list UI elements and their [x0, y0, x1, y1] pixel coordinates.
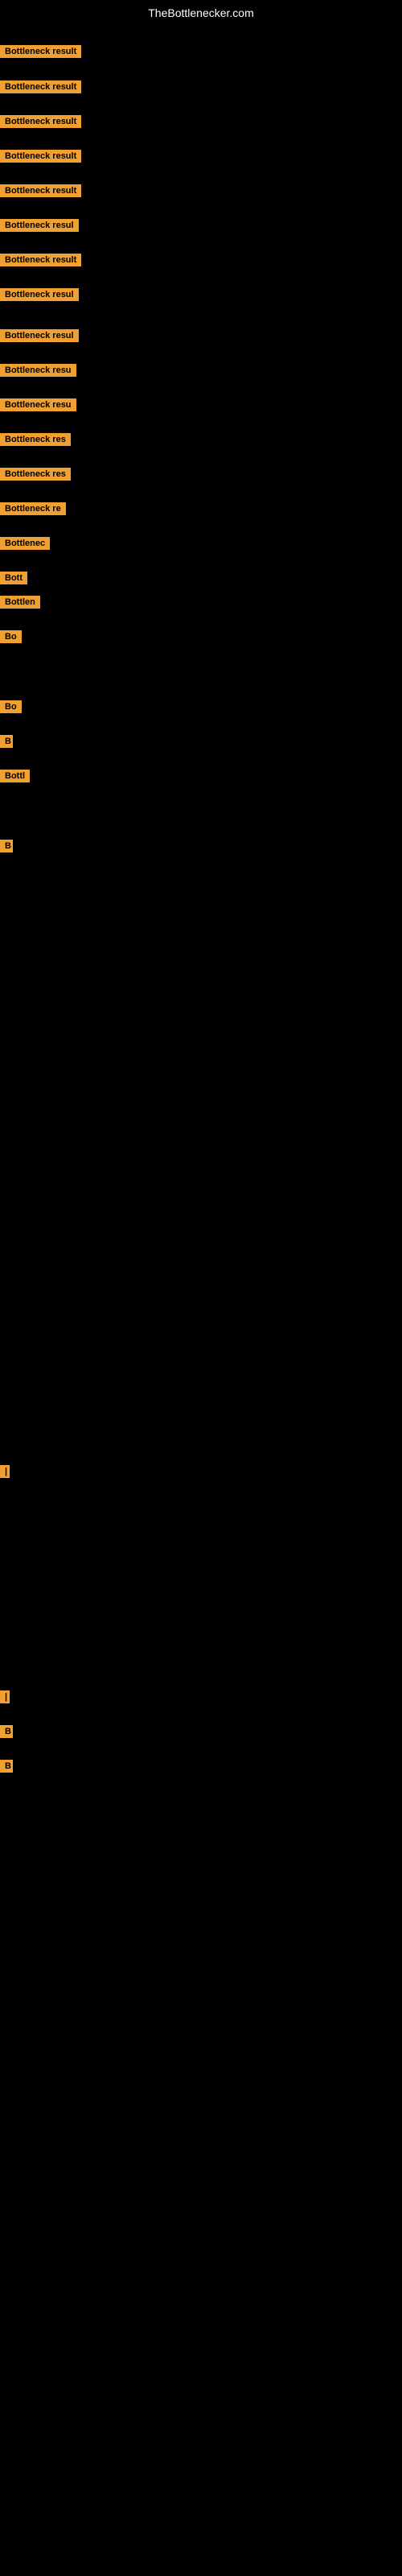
- bottleneck-result-badge: B: [0, 1760, 13, 1773]
- bottleneck-result-badge: |: [0, 1465, 10, 1478]
- bottleneck-result-badge: Bottleneck result: [0, 80, 81, 93]
- bottleneck-result-badge: Bottlen: [0, 596, 40, 609]
- bottleneck-result-badge: Bottleneck result: [0, 150, 81, 163]
- site-title: TheBottlenecker.com: [0, 0, 402, 26]
- bottleneck-result-badge: Bottl: [0, 770, 30, 782]
- bottleneck-result-badge: Bottleneck resul: [0, 329, 79, 342]
- bottleneck-result-badge: Bottleneck resu: [0, 364, 76, 377]
- bottleneck-result-badge: Bo: [0, 700, 22, 713]
- bottleneck-result-badge: Bott: [0, 572, 27, 584]
- bottleneck-result-badge: Bottleneck result: [0, 184, 81, 197]
- bottleneck-result-badge: |: [0, 1690, 10, 1703]
- bottleneck-result-badge: Bottlenec: [0, 537, 50, 550]
- bottleneck-result-badge: Bottleneck res: [0, 468, 71, 481]
- bottleneck-result-badge: Bottleneck resu: [0, 398, 76, 411]
- bottleneck-result-badge: Bottleneck re: [0, 502, 66, 515]
- bottleneck-result-badge: Bottleneck res: [0, 433, 71, 446]
- bottleneck-result-badge: Bottleneck resul: [0, 219, 79, 232]
- bottleneck-result-badge: Bottleneck result: [0, 45, 81, 58]
- bottleneck-result-badge: Bottleneck result: [0, 254, 81, 266]
- bottleneck-result-badge: Bottleneck result: [0, 115, 81, 128]
- bottleneck-result-badge: Bo: [0, 630, 22, 643]
- bottleneck-result-badge: B: [0, 840, 13, 852]
- bottleneck-result-badge: B: [0, 735, 13, 748]
- bottleneck-result-badge: B: [0, 1725, 13, 1738]
- bottleneck-result-badge: Bottleneck resul: [0, 288, 79, 301]
